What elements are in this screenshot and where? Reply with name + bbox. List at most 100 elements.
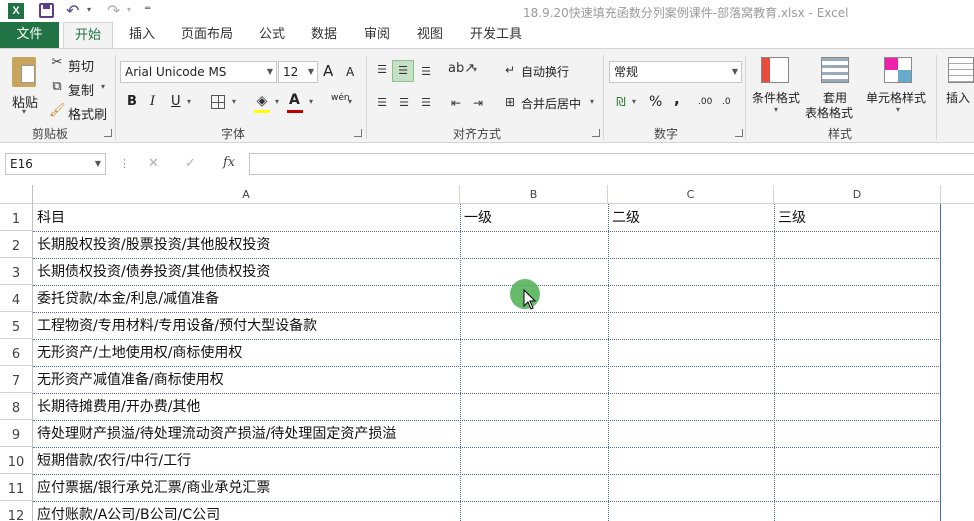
name-box[interactable]: E16 ▼ [5, 153, 106, 175]
cell-a[interactable]: 长期待摊费用/开办费/其他 [33, 393, 460, 420]
phonetic-button[interactable]: wén [331, 93, 350, 103]
decrease-decimal-button[interactable]: .0 [722, 97, 731, 107]
underline-dropdown-icon[interactable]: ▾ [187, 97, 191, 106]
fill-dropdown-icon[interactable]: ▾ [275, 97, 279, 106]
comma-button[interactable]: , [674, 90, 680, 108]
tab-data[interactable]: 数据 [306, 22, 342, 48]
cell-d[interactable] [774, 231, 941, 258]
cell-a[interactable]: 长期股权投资/股票投资/其他股权投资 [33, 231, 460, 258]
excel-icon[interactable]: X [8, 3, 24, 19]
cell-b[interactable]: 一级 [460, 204, 608, 231]
tab-developer[interactable]: 开发工具 [467, 22, 525, 48]
tab-page-layout[interactable]: 页面布局 [177, 22, 237, 48]
align-middle-button[interactable]: ☰ [392, 60, 414, 82]
format-as-table-button[interactable]: 套用 表格格式 [805, 55, 865, 121]
cell-d[interactable] [774, 285, 941, 312]
redo-icon[interactable]: ↷ [107, 1, 120, 20]
italic-button[interactable]: I [150, 94, 155, 109]
cell-d[interactable] [774, 312, 941, 339]
font-color-icon[interactable]: A [289, 92, 300, 108]
cell-a[interactable]: 委托贷款/本金/利息/减值准备 [33, 285, 460, 312]
number-launcher-icon[interactable] [735, 129, 743, 137]
cell-a[interactable]: 待处理财产损溢/待处理流动资产损溢/待处理固定资产损溢 [33, 420, 460, 447]
worksheet-grid[interactable]: A B C D 1 科目 一级 二级 三级 2 长期股权投资/股票投资/其他股权投资 3 长期债… [0, 185, 974, 521]
format-painter-button[interactable]: 🖌 格式刷 [49, 101, 111, 123]
cell-a[interactable]: 短期借款/农行/中行/工行 [33, 447, 460, 474]
accounting-dropdown-icon[interactable]: ▾ [632, 97, 636, 106]
paste-button[interactable]: 粘贴 ▾ [6, 55, 42, 119]
enter-entry-button[interactable]: ✓ [185, 156, 196, 171]
align-center-icon[interactable]: ☰ [395, 95, 413, 111]
cell-b[interactable] [460, 474, 608, 501]
wrap-text-button[interactable]: ↵ 自动换行 [500, 60, 575, 82]
cell-c[interactable] [608, 366, 774, 393]
borders-dropdown-icon[interactable]: ▾ [232, 97, 236, 106]
decrease-indent-icon[interactable]: ⇤ [447, 95, 465, 111]
cell-b[interactable] [460, 231, 608, 258]
cell-b[interactable] [460, 312, 608, 339]
tab-formulas[interactable]: 公式 [254, 22, 290, 48]
cell-c[interactable] [608, 393, 774, 420]
font-color-dropdown-icon[interactable]: ▾ [309, 97, 313, 106]
font-name-select[interactable]: Arial Unicode MS ▼ [120, 61, 277, 83]
cell-c[interactable] [608, 447, 774, 474]
column-header-a[interactable]: A [33, 185, 460, 204]
cell-b[interactable] [460, 501, 608, 521]
row-header[interactable]: 12 [0, 501, 33, 521]
row-header[interactable]: 5 [0, 312, 33, 339]
copy-button[interactable]: ⧉ 复制 ▾ [49, 77, 111, 99]
cell-b[interactable] [460, 447, 608, 474]
cell-d[interactable] [774, 474, 941, 501]
select-all-corner[interactable] [0, 185, 33, 204]
cell-a[interactable]: 应付票据/银行承兑汇票/商业承兑汇票 [33, 474, 460, 501]
merge-center-button[interactable]: ⊞ 合并后居中 ▾ [500, 92, 598, 114]
row-header[interactable]: 10 [0, 447, 33, 474]
align-left-icon[interactable]: ☰ [373, 95, 391, 111]
number-format-select[interactable]: 常规 ▼ [609, 61, 742, 83]
cell-c[interactable] [608, 312, 774, 339]
column-header-c[interactable]: C [608, 185, 774, 204]
cell-c[interactable] [608, 420, 774, 447]
cell-b[interactable] [460, 366, 608, 393]
customize-qat-icon[interactable]: ═ [145, 4, 150, 14]
row-header[interactable]: 3 [0, 258, 33, 285]
font-size-select[interactable]: 12 ▼ [278, 61, 318, 83]
cell-c[interactable] [608, 231, 774, 258]
grow-font-button[interactable]: A [323, 62, 333, 80]
row-header[interactable]: 7 [0, 366, 33, 393]
cell-b[interactable] [460, 393, 608, 420]
column-header-e[interactable] [941, 185, 974, 204]
phonetic-dropdown-icon[interactable]: ▾ [348, 97, 352, 106]
cell-b[interactable] [460, 420, 608, 447]
undo-icon[interactable]: ↶ [66, 1, 79, 20]
column-header-d[interactable]: D [774, 185, 941, 204]
cell-styles-button[interactable]: 单元格样式 ▾ [866, 55, 930, 121]
row-header[interactable]: 4 [0, 285, 33, 312]
accounting-format-icon[interactable]: ₪ [612, 94, 630, 110]
row-header[interactable]: 9 [0, 420, 33, 447]
cell-b[interactable] [460, 339, 608, 366]
cell-a[interactable]: 无形资产减值准备/商标使用权 [33, 366, 460, 393]
row-header[interactable]: 2 [0, 231, 33, 258]
row-header[interactable]: 6 [0, 339, 33, 366]
font-launcher-icon[interactable] [354, 129, 362, 137]
align-right-icon[interactable]: ☰ [417, 95, 435, 111]
cell-a[interactable]: 应付账款/A公司/B公司/C公司 [33, 501, 460, 521]
tab-view[interactable]: 视图 [412, 22, 448, 48]
cell-d[interactable] [774, 420, 941, 447]
cell-c[interactable] [608, 501, 774, 521]
cell-d[interactable]: 三级 [774, 204, 941, 231]
cell-c[interactable] [608, 285, 774, 312]
column-header-b[interactable]: B [460, 185, 608, 204]
cell-c[interactable] [608, 258, 774, 285]
clipboard-launcher-icon[interactable] [104, 129, 112, 137]
cut-button[interactable]: ✂ 剪切 [49, 53, 99, 75]
bold-button[interactable]: B [127, 94, 137, 109]
cell-c[interactable] [608, 474, 774, 501]
cell-d[interactable] [774, 366, 941, 393]
undo-dropdown-icon[interactable]: ▾ [87, 5, 91, 14]
align-top-icon[interactable]: ☰ [373, 62, 391, 78]
cell-c[interactable] [608, 339, 774, 366]
cell-b[interactable] [460, 258, 608, 285]
row-header[interactable]: 11 [0, 474, 33, 501]
